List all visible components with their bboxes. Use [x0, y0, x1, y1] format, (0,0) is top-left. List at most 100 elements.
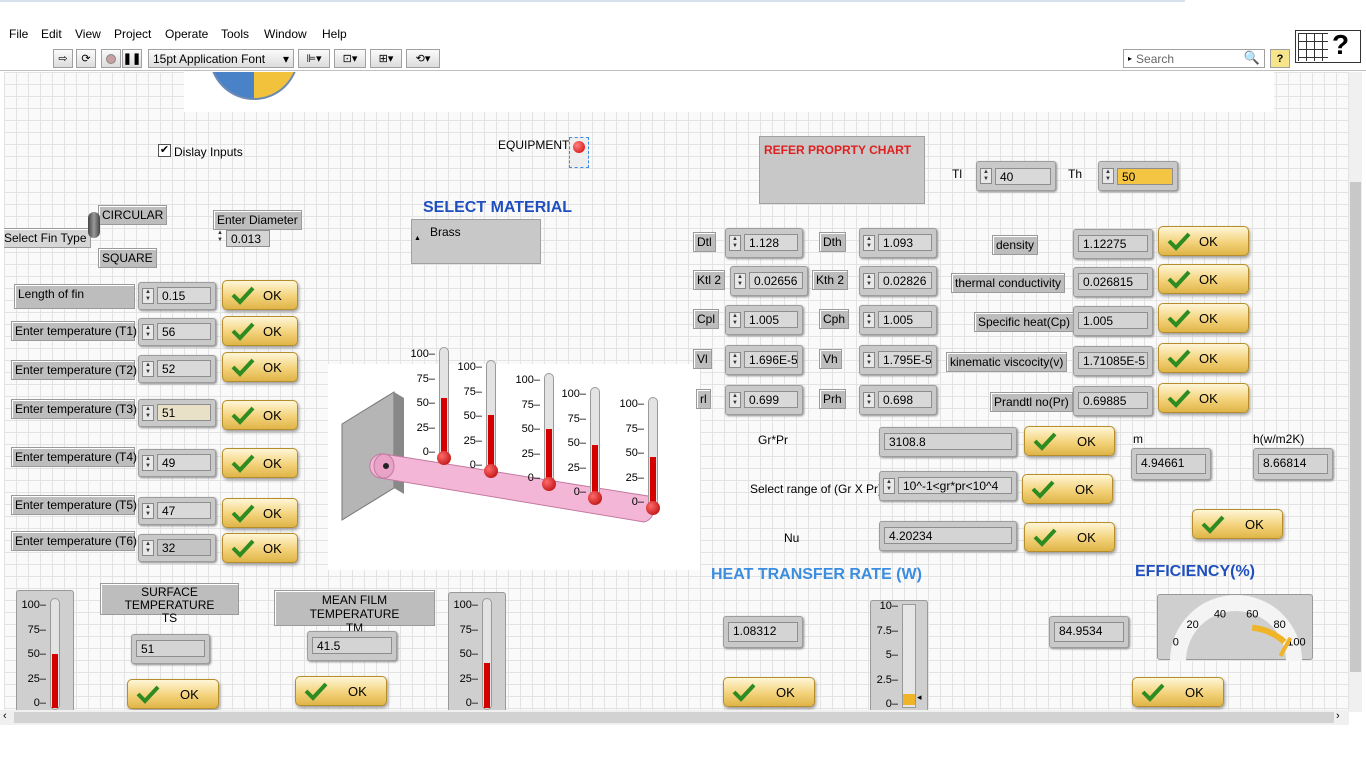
spinner-icon[interactable]: ▲ ▼: [142, 455, 154, 471]
spinner-icon[interactable]: ▲ ▼: [863, 235, 875, 251]
prop-left-input[interactable]: ▲ ▼ 1.005: [725, 305, 803, 335]
prop-left-input[interactable]: ▲ ▼ 1.696E-5: [725, 345, 803, 375]
t2-input[interactable]: ▲ ▼ 52: [138, 355, 216, 383]
menu-operate[interactable]: Operate: [165, 27, 208, 41]
search-box[interactable]: ▸ Search 🔍: [1123, 49, 1265, 68]
t2-ok-button[interactable]: OK: [222, 352, 298, 382]
distribute-objects-icon[interactable]: ⊡▾: [334, 49, 366, 68]
ring-arrows-icon[interactable]: ▲: [414, 220, 421, 258]
mean-temp-label: MEAN FILM TEMPERATURE TM: [274, 590, 435, 635]
prop-ok-button[interactable]: OK: [1158, 343, 1249, 373]
spinner-icon[interactable]: ▲ ▼: [142, 503, 154, 519]
therm-tick-label: 0–: [465, 697, 478, 709]
spinner-icon[interactable]: ▲ ▼: [734, 273, 746, 289]
spinner-icon[interactable]: ▲ ▼: [729, 352, 741, 368]
surface-temp-ok-button[interactable]: OK: [127, 679, 219, 709]
tl-input[interactable]: ▲ ▼ 40: [976, 161, 1056, 191]
pause-icon[interactable]: ❚❚: [122, 49, 142, 68]
spinner-icon[interactable]: ▲ ▼: [142, 324, 154, 340]
t4-input[interactable]: ▲ ▼ 49: [138, 449, 216, 477]
spinner-icon[interactable]: ▲ ▼: [729, 235, 741, 251]
spinner-icon[interactable]: ▲ ▼: [1102, 168, 1114, 184]
prop-ok-button[interactable]: OK: [1158, 303, 1249, 333]
prop-mid-input[interactable]: ▲ ▼ 0.02826: [859, 266, 937, 296]
menu-edit[interactable]: Edit: [41, 27, 62, 41]
prop-mid-input[interactable]: ▲ ▼ 1.795E-5: [859, 345, 937, 375]
diameter-input[interactable]: ▲ ▼ 0.013: [212, 228, 274, 250]
spinner-icon[interactable]: ▲ ▼: [142, 361, 154, 377]
vertical-scrollbar[interactable]: [1349, 72, 1362, 712]
t6-input[interactable]: ▲ ▼ 32: [138, 534, 216, 562]
prop-left-input[interactable]: ▲ ▼ 1.128: [725, 228, 803, 258]
prop-mid-input[interactable]: ▲ ▼ 0.698: [859, 385, 937, 415]
horizontal-scroll-thumb[interactable]: [14, 712, 1334, 723]
prop-ok-button[interactable]: OK: [1158, 383, 1249, 413]
th-input[interactable]: ▲ ▼ 50: [1098, 161, 1178, 191]
spinner-icon[interactable]: ▲ ▼: [883, 478, 895, 494]
spinner-icon[interactable]: ▲ ▼: [863, 273, 875, 289]
horizontal-scrollbar[interactable]: ‹ ›: [0, 710, 1349, 725]
prop-left-label: Vl: [693, 349, 712, 369]
menu-help[interactable]: Help: [322, 27, 347, 41]
spinner-icon[interactable]: ▲ ▼: [863, 352, 875, 368]
prop-mid-input[interactable]: ▲ ▼ 1.005: [859, 305, 937, 335]
menu-window[interactable]: Window: [264, 27, 307, 41]
tank-pointer-icon[interactable]: ◂: [917, 692, 922, 703]
spinner-icon[interactable]: ▲ ▼: [863, 392, 875, 408]
scroll-right-icon[interactable]: ›: [1336, 710, 1340, 722]
spinner-icon[interactable]: ▲ ▼: [142, 405, 154, 421]
spinner-icon[interactable]: ▲ ▼: [214, 230, 226, 246]
t5-input[interactable]: ▲ ▼ 47: [138, 497, 216, 525]
spinner-icon[interactable]: ▲ ▼: [142, 288, 154, 304]
spinner-icon[interactable]: ▲ ▼: [142, 540, 154, 556]
t1-input[interactable]: ▲ ▼ 56: [138, 318, 216, 346]
spinner-icon[interactable]: ▲ ▼: [729, 312, 741, 328]
run-continuous-icon[interactable]: ⟳: [76, 49, 96, 68]
mean-temp-ok-button[interactable]: OK: [295, 676, 387, 706]
nu-ok-button[interactable]: OK: [1024, 522, 1115, 552]
menu-project[interactable]: Project: [114, 27, 151, 41]
search-icon[interactable]: 🔍: [1244, 50, 1260, 66]
heat-rate-ok-button[interactable]: OK: [723, 677, 815, 707]
vertical-scroll-thumb[interactable]: [1350, 182, 1361, 672]
menu-view[interactable]: View: [75, 27, 101, 41]
length-of-fin-input[interactable]: ▲ ▼ 0.15: [138, 282, 216, 310]
range-ok-button[interactable]: OK: [1022, 474, 1113, 504]
material-ring-control[interactable]: ▲ Brass: [411, 219, 541, 264]
therm-bulb: [484, 464, 498, 478]
resize-objects-icon[interactable]: ⊞▾: [370, 49, 402, 68]
prop-ok-button[interactable]: OK: [1158, 264, 1249, 294]
context-help-icon[interactable]: ?: [1270, 49, 1290, 68]
menu-tools[interactable]: Tools: [221, 27, 249, 41]
spinner-icon[interactable]: ▲ ▼: [863, 312, 875, 328]
t3-input[interactable]: ▲ ▼ 51: [138, 399, 216, 427]
h-ok-button[interactable]: OK: [1192, 509, 1283, 539]
align-objects-icon[interactable]: ⊫▾: [298, 49, 330, 68]
fin-type-toggle-switch[interactable]: [88, 212, 100, 238]
display-inputs-checkbox[interactable]: ✔: [158, 144, 171, 157]
t4-ok-button[interactable]: OK: [222, 448, 298, 478]
spinner-icon[interactable]: ▲ ▼: [729, 392, 741, 408]
t5-ok-button[interactable]: OK: [222, 498, 298, 528]
spinner-icon[interactable]: ▲ ▼: [980, 168, 992, 184]
efficiency-ok-button[interactable]: OK: [1132, 677, 1224, 707]
equipment-toggle[interactable]: [569, 137, 589, 168]
t3-ok-button[interactable]: OK: [222, 400, 298, 430]
grpr-ok-button[interactable]: OK: [1024, 426, 1115, 456]
font-select[interactable]: 15pt Application Font ▾: [148, 49, 294, 68]
reorder-icon[interactable]: ⟲▾: [406, 49, 440, 68]
abort-icon[interactable]: [101, 49, 121, 68]
range-ring-control[interactable]: ▲ ▼ 10^-1<gr*pr<10^4: [879, 471, 1017, 501]
prop-ok-button[interactable]: OK: [1158, 226, 1249, 256]
scroll-left-icon[interactable]: ‹: [3, 710, 7, 722]
t6-ok-button[interactable]: OK: [222, 533, 298, 563]
help-question-icon[interactable]: ?: [1332, 29, 1349, 61]
prop-left-input[interactable]: ▲ ▼ 0.02656: [730, 266, 808, 296]
length-ok-button[interactable]: OK: [222, 280, 298, 310]
prop-left-input[interactable]: ▲ ▼ 0.699: [725, 385, 803, 415]
prop-left-label: rl: [696, 389, 711, 409]
prop-mid-input[interactable]: ▲ ▼ 1.093: [859, 228, 937, 258]
t1-ok-button[interactable]: OK: [222, 316, 298, 346]
menu-file[interactable]: File: [9, 27, 28, 41]
run-arrow-icon[interactable]: ⇨: [53, 49, 73, 68]
